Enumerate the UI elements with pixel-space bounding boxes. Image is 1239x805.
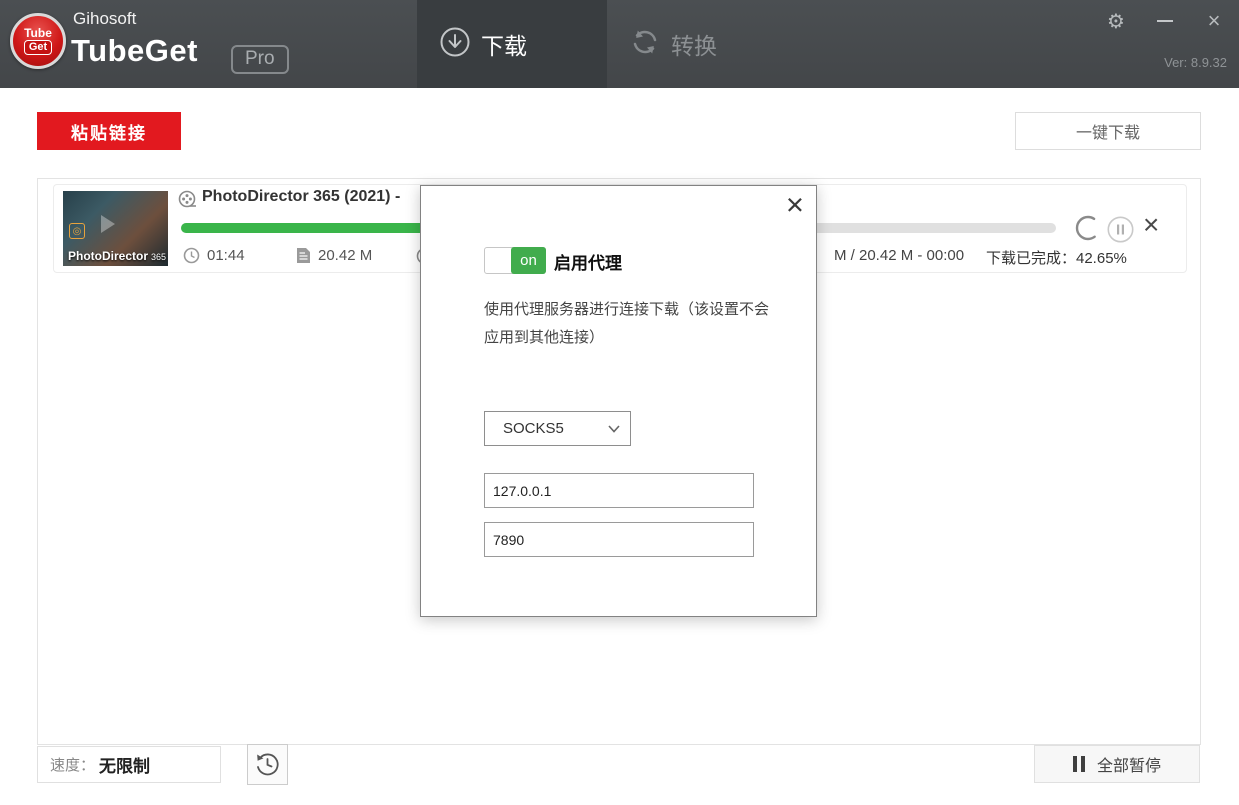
toggle-on-label: on <box>511 247 546 274</box>
app-logo: Tube Get <box>10 13 66 69</box>
dialog-title: 启用代理 <box>554 249 622 274</box>
file-icon <box>296 247 311 264</box>
proxy-toggle[interactable]: on <box>484 247 546 274</box>
clock-icon <box>183 247 200 264</box>
brand-product: TubeGet <box>71 33 198 69</box>
progress-text: M / 20.42 M - 00:00 <box>834 247 964 264</box>
minimize-button[interactable] <box>1147 6 1183 36</box>
tab-convert-label: 转换 <box>671 27 717 61</box>
pause-all-button[interactable]: 全部暂停 <box>1034 745 1200 783</box>
pro-badge: Pro <box>231 45 289 74</box>
history-clock-icon <box>254 751 281 778</box>
dialog-close-button[interactable]: × <box>786 188 804 222</box>
status-text: 下载已完成：42.65% <box>986 247 1127 268</box>
tab-convert[interactable]: 转换 <box>607 0 797 88</box>
paste-link-button[interactable]: 粘贴链接 <box>37 112 181 150</box>
photodirector-logo-icon: ◎ <box>69 223 85 239</box>
tab-download-label: 下载 <box>481 27 527 61</box>
pause-icon <box>1073 756 1085 772</box>
size-value: 20.42 M <box>318 247 372 264</box>
chevron-down-icon <box>608 425 620 433</box>
proxy-port-input[interactable] <box>484 522 754 557</box>
video-title: PhotoDirector 365 (2021) - <box>202 188 400 206</box>
speed-limit-control[interactable]: 速度： 无限制 <box>37 746 221 783</box>
window-close-button[interactable]: × <box>1196 6 1232 36</box>
pause-download-button[interactable] <box>1107 216 1134 248</box>
play-icon <box>101 215 115 233</box>
duration-field: 01:44 <box>183 247 245 264</box>
minimize-icon <box>1157 20 1173 22</box>
pause-all-label: 全部暂停 <box>1097 752 1161 776</box>
tab-download[interactable]: 下载 <box>417 0 607 88</box>
convert-arrows-icon <box>629 26 661 63</box>
proxy-protocol-select[interactable]: SOCKS5 <box>484 411 631 446</box>
loading-spinner-icon <box>1074 214 1102 247</box>
download-circle-icon <box>439 26 471 63</box>
thumbnail-caption: PhotoDirector365 <box>63 249 168 263</box>
dialog-description: 使用代理服务器进行连接下载（该设置不会应用到其他连接） <box>484 296 774 352</box>
one-click-download-button[interactable]: 一键下载 <box>1015 112 1201 150</box>
proxy-settings-dialog: × on 启用代理 使用代理服务器进行连接下载（该设置不会应用到其他连接） SO… <box>420 185 817 617</box>
speed-label: 速度： <box>50 754 95 775</box>
logo-text-get: Get <box>24 40 52 55</box>
speed-value: 无限制 <box>99 752 150 777</box>
settings-gear-icon[interactable]: ⚙ <box>1098 6 1134 36</box>
logo-text-tube: Tube <box>24 27 52 39</box>
proxy-host-input[interactable] <box>484 473 754 508</box>
video-thumbnail: ◎ PhotoDirector365 <box>63 191 168 266</box>
film-reel-icon <box>178 190 197 214</box>
remove-download-button[interactable]: × <box>1143 211 1159 239</box>
protocol-selected-value: SOCKS5 <box>503 420 564 437</box>
brand-company: Gihosoft <box>73 9 136 29</box>
history-button[interactable] <box>247 744 288 785</box>
version-label: Ver: 8.9.32 <box>1164 55 1227 70</box>
size-field: 20.42 M <box>296 247 372 264</box>
duration-value: 01:44 <box>207 247 245 264</box>
title-bar: Tube Get Gihosoft TubeGet Pro 下载 转换 ⚙ × … <box>0 0 1239 88</box>
